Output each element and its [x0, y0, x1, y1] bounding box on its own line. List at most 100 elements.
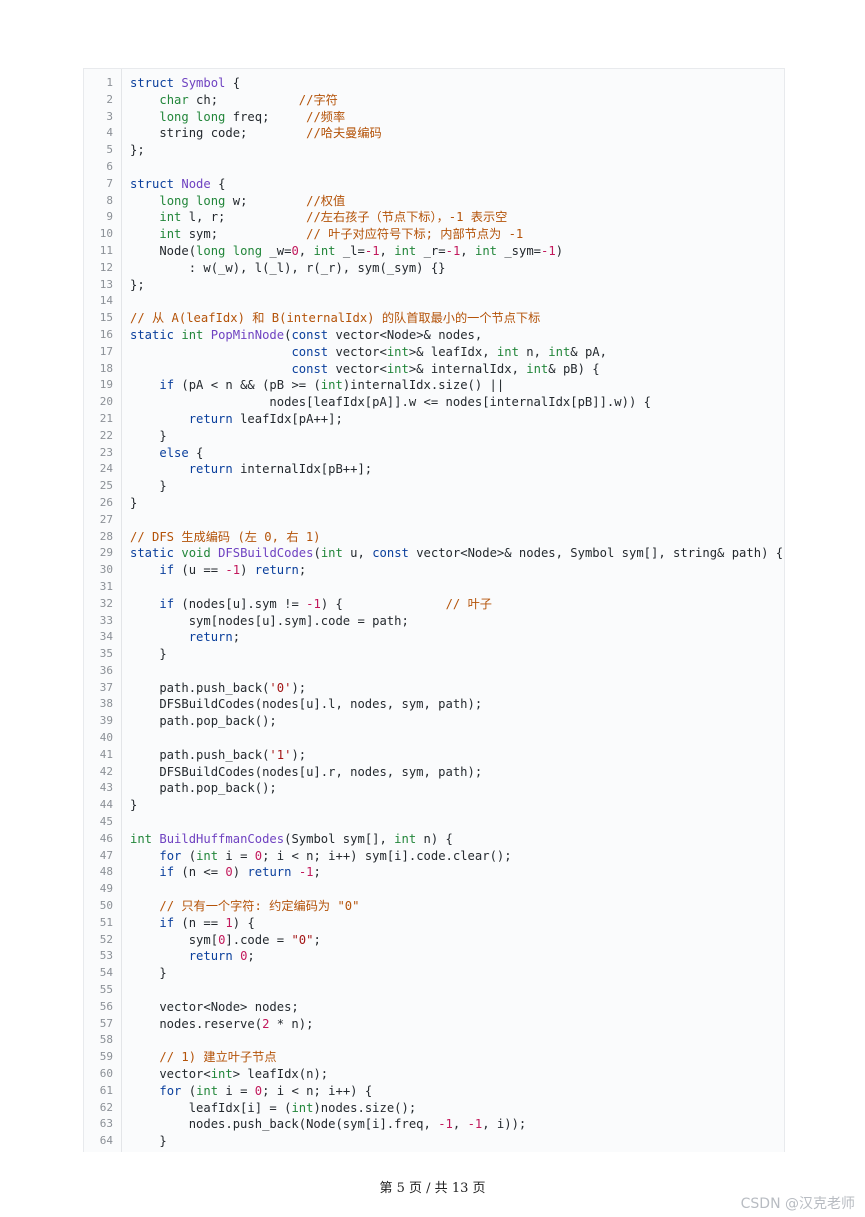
line-number: 47 — [99, 848, 113, 862]
line-number: 43 — [99, 781, 113, 795]
line-number: 51 — [99, 915, 113, 929]
code-line: 10 int sym; // 叶子对应符号下标; 内部节点为 -1 — [84, 226, 784, 243]
line-number: 40 — [99, 731, 113, 745]
code-text: struct Node { — [130, 176, 226, 191]
code-block: 1 struct Symbol {2 char ch; //字符 3 long lo… — [83, 68, 785, 1152]
code-line: 58 — [84, 1032, 784, 1049]
code-text: // 只有一个字符: 约定编码为 "0" — [159, 899, 360, 914]
line-number: 19 — [99, 378, 113, 392]
line-number: 41 — [99, 747, 113, 761]
code-line: 49 — [84, 881, 784, 898]
line-number: 5 — [106, 143, 113, 157]
code-text: sym[0].code = "0"; — [130, 932, 321, 947]
code-text: } — [130, 966, 167, 981]
line-number: 37 — [99, 680, 113, 694]
line-number: 60 — [99, 1067, 113, 1081]
code-line: 16 static int PopMinNode(const vector<Nod… — [84, 327, 784, 344]
line-number: 29 — [99, 546, 113, 560]
code-line: 9 int l, r; //左右孩子（节点下标），-1 表示空 — [84, 209, 784, 226]
line-number: 32 — [99, 596, 113, 610]
line-number: 20 — [99, 395, 113, 409]
line-number: 56 — [99, 999, 113, 1013]
code-text: struct Symbol { — [130, 76, 241, 90]
line-number: 2 — [106, 92, 113, 106]
line-number: 46 — [99, 831, 113, 845]
code-line: 6 — [84, 159, 784, 176]
code-text: } — [130, 428, 167, 443]
code-line: 32 if (nodes[u].sym != -1) { // 叶子 — [84, 596, 784, 613]
line-number: 24 — [99, 462, 113, 476]
line-number: 57 — [99, 1016, 113, 1030]
line-number: 7 — [106, 176, 113, 190]
code-text: static int PopMinNode(const vector<Node>… — [130, 327, 483, 342]
line-number: 22 — [99, 428, 113, 442]
code-text: path.push_back('0'); — [130, 680, 307, 695]
line-number: 62 — [99, 1100, 113, 1114]
code-line: 62 leafIdx[i] = (int)nodes.size(); — [84, 1100, 784, 1117]
code-line: 35 } — [84, 646, 784, 663]
line-number: 30 — [99, 563, 113, 577]
line-number: 23 — [99, 445, 113, 459]
code-text: // DFS 生成编码 (左 0, 右 1) — [130, 529, 321, 544]
code-text: vector<int> leafIdx(n); — [130, 1067, 329, 1082]
line-number: 36 — [99, 663, 113, 677]
line-number: 48 — [99, 865, 113, 879]
code-text: sym[nodes[u].sym].code = path; — [130, 613, 409, 628]
code-text: path.pop_back(); — [130, 781, 277, 796]
code-line: 5}; — [84, 142, 784, 159]
line-number: 17 — [99, 344, 113, 358]
line-number: 26 — [99, 495, 113, 509]
code-text: int sym; // 叶子对应符号下标; 内部节点为 -1 — [159, 227, 524, 242]
line-number: 4 — [106, 126, 113, 140]
code-line: 34 return; — [84, 629, 784, 646]
code-line: 51 if (n == 1) { — [84, 915, 784, 932]
code-text: } — [130, 1134, 167, 1149]
code-line: 8 long long w; //权值 — [84, 193, 784, 210]
code-line: 63 nodes.push_back(Node(sym[i].freq, -1,… — [84, 1116, 784, 1133]
code-text: return; — [188, 630, 241, 645]
code-line: 4 string code; //哈夫曼编码 — [84, 125, 784, 142]
line-number: 39 — [99, 714, 113, 728]
watermark: CSDN @汉克老师 — [740, 1196, 855, 1212]
code-text: DFSBuildCodes(nodes[u].r, nodes, sym, pa… — [130, 764, 483, 779]
code-text: char ch; //字符 — [159, 92, 338, 107]
code-text: } — [130, 647, 167, 662]
code-line: 31 — [84, 579, 784, 596]
code-line: 18 const vector<int>& internalIdx, int& … — [84, 361, 784, 378]
code-line: 56 vector<Node> nodes; — [84, 999, 784, 1016]
code-line: 61 for (int i = 0; i < n; i++) { — [84, 1083, 784, 1100]
line-number: 53 — [99, 949, 113, 963]
code-line: 60 vector<int> leafIdx(n); — [84, 1066, 784, 1083]
line-number: 14 — [99, 294, 113, 308]
line-number: 15 — [99, 311, 113, 325]
code-line: 14 — [84, 293, 784, 310]
line-number: 18 — [99, 361, 113, 375]
code-text: return leafIdx[pA++]; — [188, 411, 343, 426]
code-line: 36 — [84, 663, 784, 680]
line-number: 8 — [106, 193, 113, 207]
code-line: 48 if (n <= 0) return -1; — [84, 864, 784, 881]
code-line: 22 } — [84, 428, 784, 445]
code-text: static void DFSBuildCodes(int u, const v… — [130, 546, 784, 561]
line-number: 27 — [99, 512, 113, 526]
code-text: path.push_back('1'); — [130, 747, 307, 762]
line-number: 55 — [99, 983, 113, 997]
code-line: 19 if (pA < n && (pB >= (int)internalIdx… — [84, 377, 784, 394]
code-text: if (nodes[u].sym != -1) { // 叶子 — [159, 596, 492, 611]
code-line: 24 return internalIdx[pB++]; — [84, 461, 784, 478]
code-line: 25 } — [84, 478, 784, 495]
code-text: nodes[leafIdx[pA]].w <= nodes[internalId… — [130, 395, 651, 410]
code-text: return internalIdx[pB++]; — [188, 462, 373, 477]
line-number: 45 — [99, 815, 113, 829]
line-number: 9 — [106, 210, 113, 224]
line-number: 44 — [99, 798, 113, 812]
code-text: if (n <= 0) return -1; — [159, 865, 321, 880]
code-text: // 从 A(leafIdx) 和 B(internalIdx) 的队首取最小的… — [130, 311, 541, 326]
code-line: 1 struct Symbol { — [84, 75, 784, 92]
code-text: if (n == 1) { — [159, 915, 255, 930]
code-text: for (int i = 0; i < n; i++) sym[i].code.… — [159, 848, 512, 863]
line-number: 64 — [99, 1134, 113, 1148]
line-number: 1 — [106, 76, 113, 89]
code-text: for (int i = 0; i < n; i++) { — [159, 1083, 373, 1098]
code-line: 46 int BuildHuffmanCodes(Symbol sym[], in… — [84, 831, 784, 848]
